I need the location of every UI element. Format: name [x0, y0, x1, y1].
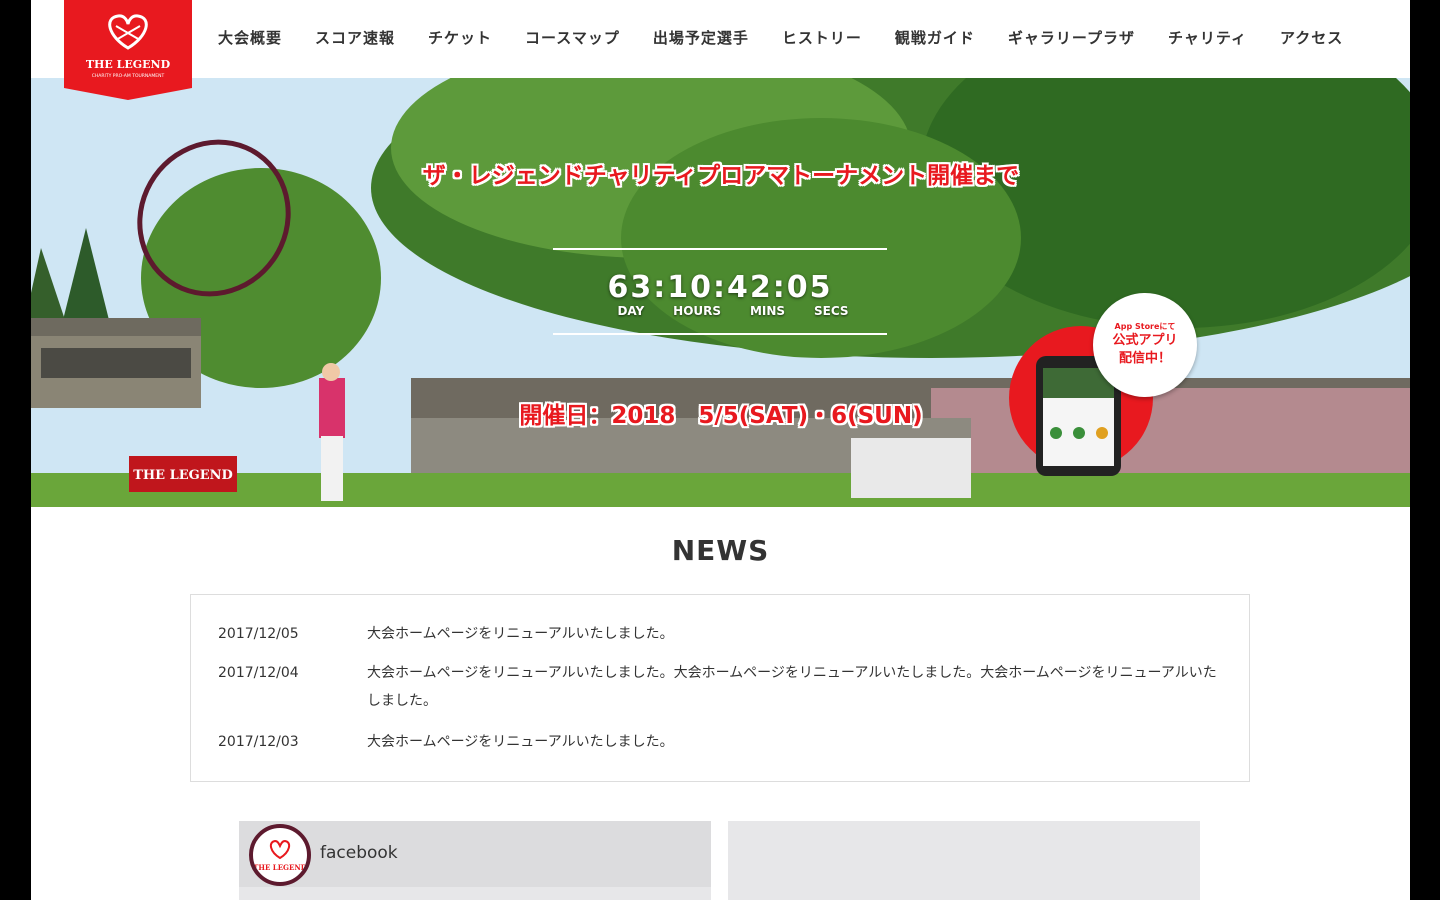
news-item-link[interactable]: 大会ホームページをリニューアルいたしました。 — [367, 728, 1217, 756]
logo-subtext: CHARITY PRO-AM TOURNAMENT — [92, 73, 165, 79]
hero-banner: THE LEGEND ザ・レジェンドチャリティプロアマトーナメント開催まで 63… — [31, 78, 1410, 507]
facebook-panel: THE LEGEND facebook — [239, 821, 711, 900]
nav-item-scores[interactable]: スコア速報 — [315, 26, 395, 52]
news-date: 2017/12/05 — [218, 626, 299, 642]
countdown-label-day: DAY — [617, 304, 645, 318]
nav-item-players[interactable]: 出場予定選手 — [653, 26, 749, 52]
nav-item-history[interactable]: ヒストリー — [782, 26, 862, 52]
hero-headline: ザ・レジェンドチャリティプロアマトーナメント開催まで — [422, 163, 1020, 189]
social-panel-right — [728, 821, 1200, 900]
main-nav: 大会概要 スコア速報 チケット コースマップ 出場予定選手 ヒストリー 観戦ガイ… — [218, 26, 1343, 52]
nav-item-guide[interactable]: 観戦ガイド — [895, 26, 975, 52]
countdown-labels: DAY HOURS MINS SECS — [603, 304, 863, 318]
countdown-label-hours: HOURS — [673, 304, 722, 318]
nav-item-overview[interactable]: 大会概要 — [218, 26, 282, 52]
event-date: 開催日：2018 5/5(SAT)・6(SUN) — [519, 403, 923, 429]
hero-sign-text: THE LEGEND — [133, 468, 233, 483]
logo-text: THE LEGEND — [86, 58, 171, 71]
nav-item-charity[interactable]: チャリティ — [1168, 26, 1247, 52]
news-date: 2017/12/03 — [218, 734, 299, 750]
facebook-header[interactable]: THE LEGEND facebook — [239, 821, 711, 887]
site-logo[interactable]: THE LEGEND CHARITY PRO-AM TOURNAMENT — [64, 0, 192, 100]
avatar-logo-text: THE LEGEND — [253, 863, 307, 872]
news-date: 2017/12/04 — [218, 665, 299, 681]
countdown-timer: 63:10:42:05 — [607, 270, 833, 305]
news-list: 2017/12/05 大会ホームページをリニューアルいたしました。 2017/1… — [190, 594, 1250, 782]
countdown-label-secs: SECS — [813, 304, 849, 318]
nav-item-gallery-plaza[interactable]: ギャラリープラザ — [1008, 26, 1135, 52]
site-header: THE LEGEND CHARITY PRO-AM TOURNAMENT 大会概… — [31, 0, 1410, 100]
app-store-badge[interactable]: App Storeにて 公式アプリ 配信中！ — [1093, 293, 1197, 397]
facebook-label: facebook — [320, 843, 398, 863]
app-badge-small: App Storeにて — [1114, 322, 1176, 331]
countdown-top-rule — [553, 248, 887, 250]
app-badge-line2: 配信中！ — [1118, 351, 1171, 366]
facebook-avatar: THE LEGEND — [249, 824, 311, 886]
page: THE LEGEND CHARITY PRO-AM TOURNAMENT 大会概… — [31, 0, 1410, 900]
countdown-bottom-rule — [553, 333, 887, 335]
nav-item-tickets[interactable]: チケット — [428, 26, 492, 52]
countdown-label-mins: MINS — [749, 304, 786, 318]
news-title: NEWS — [671, 534, 770, 567]
nav-item-access[interactable]: アクセス — [1280, 26, 1343, 52]
news-item-link[interactable]: 大会ホームページをリニューアルいたしました。 — [367, 620, 1217, 648]
app-badge-line1: 公式アプリ — [1112, 333, 1178, 348]
nav-item-course-map[interactable]: コースマップ — [525, 26, 620, 52]
news-item-link[interactable]: 大会ホームページをリニューアルいたしました。大会ホームページをリニューアルいたし… — [367, 659, 1217, 715]
